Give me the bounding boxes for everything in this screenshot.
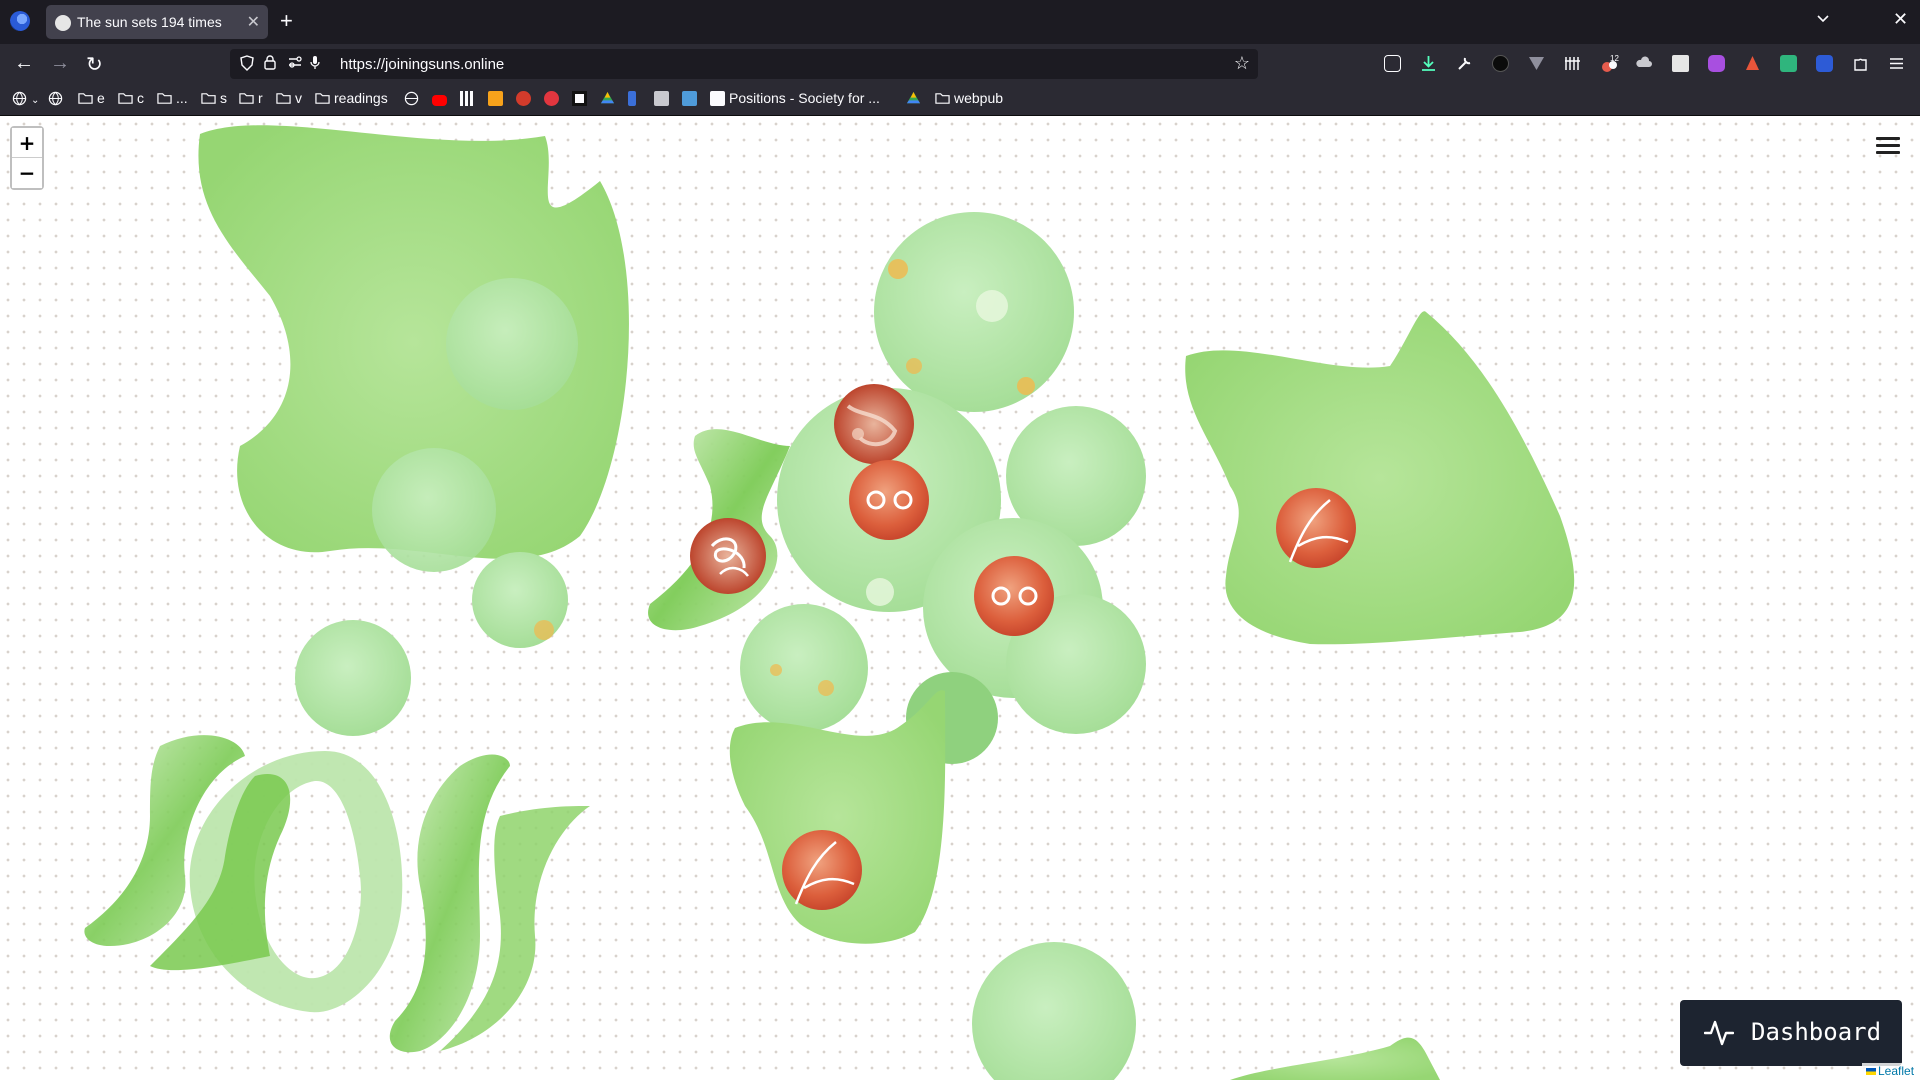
tab-close-icon[interactable]: ✕ bbox=[247, 12, 260, 32]
navigation-toolbar: ← → ↻ https://joiningsuns.online ☆ 12 bbox=[0, 44, 1920, 84]
green-circle bbox=[972, 942, 1136, 1080]
bookmark-globe-2[interactable] bbox=[404, 90, 423, 106]
bookmark-red-circle-icon[interactable] bbox=[516, 90, 535, 106]
bookmark-printer-icon[interactable] bbox=[654, 90, 673, 106]
pocket-icon[interactable] bbox=[1384, 55, 1401, 72]
tab-bar: The sun sets 194 times ✕ + ✕ bbox=[0, 0, 1920, 44]
tracking-shield-icon[interactable] bbox=[240, 55, 254, 74]
speck bbox=[534, 620, 554, 640]
sun-leaf-icon bbox=[1276, 488, 1356, 568]
dashboard-label: Dashboard bbox=[1751, 1018, 1882, 1046]
bookmark-folder-s[interactable]: s bbox=[201, 90, 227, 106]
speck bbox=[888, 259, 908, 279]
bookmark-star-icon[interactable]: ☆ bbox=[1234, 53, 1250, 74]
firefox-logo-icon[interactable] bbox=[10, 11, 30, 31]
green-circle bbox=[874, 212, 1074, 412]
mail-extension-icon[interactable] bbox=[1780, 55, 1797, 72]
download-icon[interactable] bbox=[1420, 55, 1437, 72]
microphone-icon[interactable] bbox=[310, 55, 320, 73]
sun-eyes-icon bbox=[974, 556, 1054, 636]
bookmark-drive-icon[interactable] bbox=[600, 90, 619, 106]
bookmark-orange-icon[interactable] bbox=[488, 90, 507, 106]
speck bbox=[906, 358, 922, 374]
green-blob-bottom-right bbox=[1230, 1037, 1440, 1080]
green-circle bbox=[472, 552, 568, 648]
bookmark-drive-2-icon[interactable] bbox=[906, 90, 925, 106]
forward-button[interactable]: → bbox=[50, 52, 70, 75]
window-close-button[interactable]: ✕ bbox=[1893, 9, 1908, 30]
permissions-icon[interactable] bbox=[288, 55, 302, 71]
speck bbox=[866, 578, 894, 606]
sun-leaf-icon bbox=[782, 830, 862, 910]
sun-eyes-icon bbox=[849, 460, 929, 540]
green-circle bbox=[372, 448, 496, 572]
bookmark-blue-square-icon[interactable] bbox=[682, 90, 701, 106]
wrench-icon[interactable] bbox=[1456, 55, 1473, 72]
speck bbox=[770, 664, 782, 676]
bookmark-folder-e[interactable]: e bbox=[78, 90, 105, 106]
extensions-icon[interactable] bbox=[1852, 55, 1869, 72]
bookmarks-toolbar: ⌄ e c ... s r v readings Positions - Soc… bbox=[0, 84, 1920, 116]
bookmark-black-icon[interactable] bbox=[572, 90, 591, 106]
tab-active[interactable]: The sun sets 194 times ✕ bbox=[46, 5, 268, 39]
bookmark-globe[interactable] bbox=[48, 90, 67, 106]
zoom-control: + − bbox=[10, 126, 44, 190]
library-icon[interactable] bbox=[1564, 55, 1581, 72]
leaflet-attribution[interactable]: Leaflet bbox=[1862, 1063, 1919, 1079]
sun-rough-icon bbox=[834, 384, 914, 464]
bookmark-globe-menu[interactable]: ⌄ bbox=[12, 90, 39, 106]
bookmark-blue-lock-icon[interactable] bbox=[628, 90, 640, 106]
back-button[interactable]: ← bbox=[14, 52, 34, 75]
green-circle bbox=[740, 604, 868, 732]
reload-button[interactable]: ↻ bbox=[86, 52, 103, 77]
speck bbox=[818, 680, 834, 696]
activity-pulse-icon bbox=[1704, 1020, 1734, 1046]
bookmark-qr-icon[interactable] bbox=[460, 90, 479, 106]
bookmark-folder-dots[interactable]: ... bbox=[157, 90, 188, 106]
bookmark-youtube-icon[interactable] bbox=[432, 90, 451, 106]
hexagon-extension-icon[interactable] bbox=[1708, 55, 1725, 72]
reader-icon[interactable] bbox=[1672, 55, 1689, 72]
sun-scribble-icon bbox=[690, 518, 766, 594]
svg-text:12: 12 bbox=[1610, 55, 1619, 63]
bookmark-folder-r[interactable]: r bbox=[239, 90, 263, 106]
bookmark-folder-c[interactable]: c bbox=[118, 90, 144, 106]
cloud-icon[interactable] bbox=[1636, 55, 1653, 72]
bookmark-positions[interactable]: Positions - Society for ... bbox=[710, 90, 880, 106]
bookmark-folder-v[interactable]: v bbox=[276, 90, 302, 106]
url-text[interactable]: https://joiningsuns.online bbox=[340, 56, 504, 73]
zoom-out-button[interactable]: − bbox=[12, 158, 42, 188]
hamburger-menu-icon[interactable] bbox=[1872, 134, 1904, 160]
app-menu-icon[interactable] bbox=[1888, 55, 1905, 72]
menu-line bbox=[1876, 151, 1900, 154]
dark-mode-icon[interactable] bbox=[1492, 55, 1509, 72]
bitwarden-icon[interactable] bbox=[1816, 55, 1833, 72]
extension-puzzle-badge-icon[interactable]: 12 bbox=[1600, 54, 1619, 72]
bookmark-phone-icon[interactable] bbox=[544, 90, 563, 106]
map-artwork[interactable] bbox=[0, 116, 1920, 1080]
tab-favicon-icon bbox=[55, 15, 71, 31]
speck bbox=[976, 290, 1008, 322]
tab-title: The sun sets 194 times bbox=[77, 14, 222, 30]
address-bar[interactable]: https://joiningsuns.online ☆ bbox=[230, 49, 1258, 79]
new-tab-button[interactable]: + bbox=[280, 8, 293, 34]
green-blob-right bbox=[1185, 311, 1575, 645]
menu-line bbox=[1876, 137, 1900, 140]
lock-icon[interactable] bbox=[264, 55, 276, 73]
speck bbox=[1017, 377, 1035, 395]
attribution-link[interactable]: Leaflet bbox=[1878, 1064, 1914, 1078]
fox-extension-icon[interactable] bbox=[1744, 55, 1761, 72]
bookmark-folder-readings[interactable]: readings bbox=[315, 90, 388, 106]
bookmark-folder-webpub[interactable]: webpub bbox=[935, 90, 1003, 106]
dashboard-button[interactable]: Dashboard bbox=[1680, 1000, 1902, 1066]
green-circle bbox=[295, 620, 411, 736]
zoom-in-button[interactable]: + bbox=[12, 128, 42, 158]
ukraine-flag-icon bbox=[1866, 1068, 1876, 1075]
menu-line bbox=[1876, 144, 1900, 147]
green-circle bbox=[446, 278, 578, 410]
map-canvas[interactable]: + − Dashboard Leaflet bbox=[0, 116, 1920, 1080]
vue-devtools-icon[interactable] bbox=[1528, 55, 1545, 72]
list-all-tabs-icon[interactable] bbox=[1815, 10, 1831, 29]
